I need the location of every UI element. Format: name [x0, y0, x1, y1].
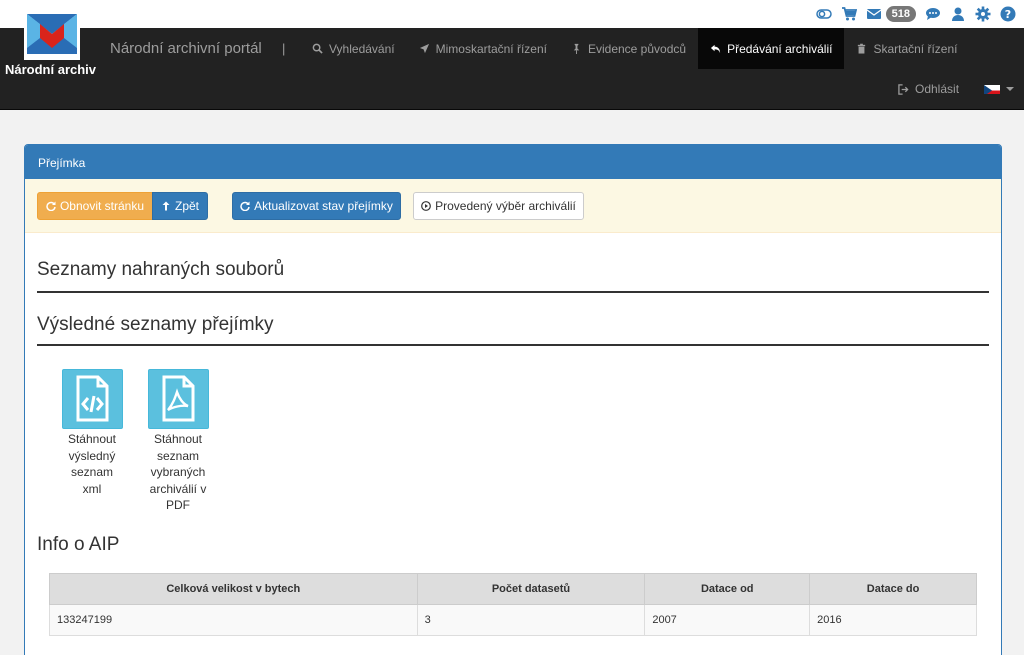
logout-label: Odhlásit	[915, 82, 960, 96]
reply-icon	[710, 44, 721, 54]
logout-link[interactable]: Odhlásit	[898, 82, 959, 96]
download-line: výsledný	[68, 448, 116, 463]
nav-item-label: Evidence původců	[587, 41, 687, 56]
section-results-title: Výsledné seznamy přejímky	[37, 314, 274, 335]
cart-icon[interactable]	[841, 6, 857, 22]
table-header-row: Celková velikost v bytech Počet datasetů…	[49, 573, 977, 605]
nav-item-label: Skartační řízení	[873, 41, 958, 56]
download-line: seznam	[156, 448, 200, 463]
refresh-icon	[46, 201, 56, 211]
nav-item-label: Vyhledávání	[329, 41, 395, 56]
pushpin-icon	[573, 43, 580, 54]
brand-title[interactable]: Národní archivní portál	[110, 40, 262, 57]
envelope-icon[interactable]	[866, 6, 882, 22]
download-xml-link[interactable]: Stáhnout výsledný seznam xml	[59, 369, 125, 497]
nav-item-mimoskartacni[interactable]: Mimoskartační řízení	[407, 28, 559, 69]
nav-item-search[interactable]: Vyhledávání	[300, 28, 407, 69]
refresh-button-label: Obnovit stránku	[59, 199, 145, 213]
svg-text:?: ?	[1005, 8, 1011, 21]
user-icon[interactable]	[950, 6, 966, 22]
update-status-button-label: Aktualizovat stav přejímky	[254, 199, 393, 213]
prejimka-panel: Přejímka Obnovit stránku Zpět Aktualizov…	[24, 144, 1002, 655]
nav-item-evidence[interactable]: Evidence původců	[559, 28, 698, 69]
table-cell: 3	[416, 604, 646, 636]
help-icon[interactable]: ?	[1000, 6, 1016, 22]
send-icon	[419, 43, 429, 54]
download-line: Stáhnout	[153, 432, 203, 446]
arrow-up-icon	[162, 201, 170, 211]
nav-item-skartacni[interactable]: Skartační řízení	[844, 28, 969, 69]
table-cell: 2016	[809, 604, 977, 636]
aip-table: Celková velikost v bytech Počet datasetů…	[49, 573, 977, 636]
column-header[interactable]: Celková velikost v bytech	[49, 573, 418, 605]
nav-item-label: Předávání archiválií	[727, 41, 833, 56]
section-uploaded-title: Seznamy nahraných souborů	[37, 259, 285, 280]
column-header[interactable]: Datace od	[644, 573, 811, 605]
download-line: archiválií v	[149, 481, 207, 496]
nav-item-label: Mimoskartační řízení	[435, 41, 547, 56]
refresh-icon	[240, 201, 250, 211]
logo-text: Národní archiv	[5, 62, 97, 77]
language-dropdown[interactable]	[984, 83, 1014, 94]
chevron-down-icon	[1006, 86, 1014, 91]
column-header[interactable]: Počet datasetů	[416, 573, 646, 605]
download-pdf-link[interactable]: Stáhnout seznam vybraných archiválií v P…	[143, 369, 213, 514]
section-divider	[37, 291, 989, 293]
search-icon	[312, 43, 323, 54]
back-button-label: Zpět	[174, 199, 199, 213]
download-line: vybraných	[150, 465, 206, 479]
czech-flag-icon	[984, 83, 1000, 94]
selection-button-label: Provedený výběr archiválií	[435, 199, 576, 213]
gear-icon[interactable]	[975, 6, 991, 22]
download-line: PDF	[166, 498, 190, 512]
section-divider	[37, 344, 989, 346]
nav-item-predavani[interactable]: Předávání archiválií	[698, 28, 845, 69]
table-row: 133247199 3 2007 2016	[49, 604, 977, 636]
toggle-icon[interactable]	[815, 6, 832, 22]
comments-icon[interactable]	[925, 6, 941, 22]
column-header[interactable]: Datace do	[809, 573, 977, 605]
logo-emblem	[24, 8, 80, 60]
download-line: seznam	[70, 465, 114, 479]
file-code-icon	[61, 369, 123, 429]
table-cell: 133247199	[49, 604, 418, 636]
table-cell: 2007	[644, 604, 811, 636]
panel-toolbar: Obnovit stránku Zpět Aktualizovat stav p…	[25, 179, 1001, 233]
utility-icons: 518 ?	[815, 4, 1016, 24]
utility-bar: 518 ?	[0, 0, 1024, 28]
logo[interactable]: Národní archiv	[0, 8, 104, 100]
trash-icon	[858, 43, 866, 54]
download-line: Stáhnout	[67, 432, 117, 446]
nav-menu: Vyhledávání Mimoskartační řízení Evidenc…	[300, 28, 970, 69]
back-button[interactable]: Zpět	[152, 192, 208, 220]
main-navbar: Národní archiv Národní archivní portál |…	[0, 8, 1024, 110]
selection-button[interactable]: Provedený výběr archiválií	[413, 192, 584, 220]
download-line: xml	[82, 481, 102, 496]
refresh-button[interactable]: Obnovit stránku	[37, 192, 153, 220]
update-status-button[interactable]: Aktualizovat stav přejímky	[232, 192, 401, 220]
logout-icon	[898, 83, 909, 95]
panel-heading: Přejímka	[25, 145, 1001, 179]
section-aip-title: Info o AIP	[37, 534, 120, 555]
play-circle-icon	[421, 201, 432, 211]
brand-separator: |	[282, 41, 286, 56]
message-count-badge[interactable]: 518	[885, 6, 916, 22]
file-pdf-icon	[147, 369, 209, 429]
